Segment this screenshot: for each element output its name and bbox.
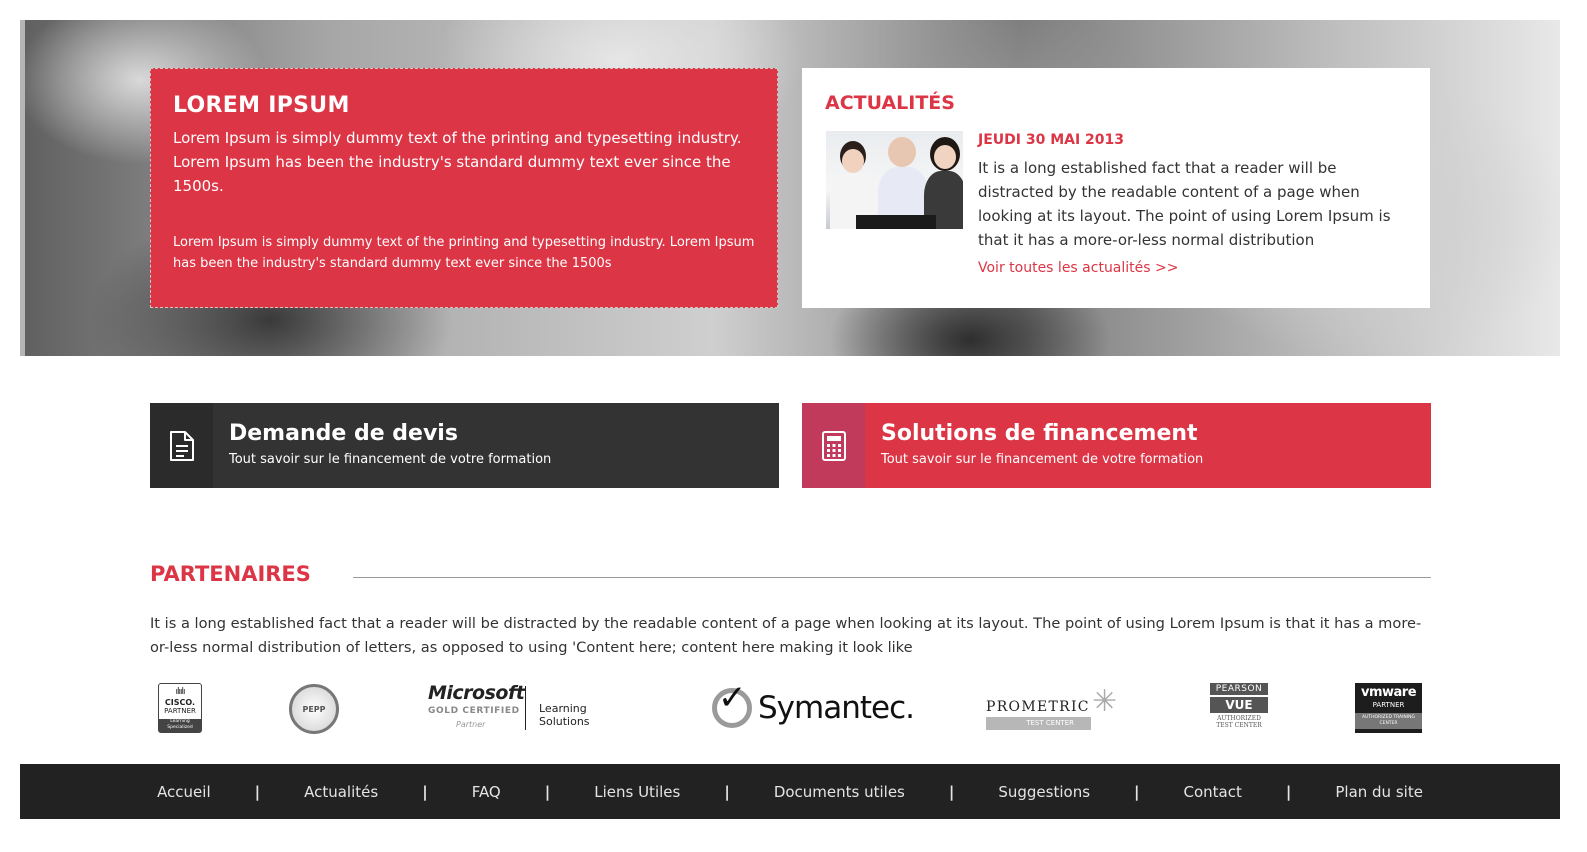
cisco-band: Learning Specialized — [159, 719, 201, 732]
financing-subtitle: Tout savoir sur le financement de votre … — [881, 452, 1204, 467]
quote-request-title: Demande de devis — [229, 421, 458, 446]
cisco-partner: PARTNER — [164, 707, 196, 715]
news-all-link[interactable]: Voir toutes les actualités >> — [978, 260, 1408, 276]
footer-link-plan-du-site[interactable]: Plan du site — [1335, 783, 1423, 801]
prometric-star-icon: ✳ — [1092, 684, 1118, 719]
cisco-name: CISCO. — [164, 698, 196, 707]
footer-separator: | — [254, 782, 261, 801]
footer-link-suggestions[interactable]: Suggestions — [998, 783, 1090, 801]
document-icon-box — [150, 403, 213, 488]
calculator-icon-box — [802, 403, 865, 488]
footer-link-liens-utiles[interactable]: Liens Utiles — [594, 783, 680, 801]
news-photo[interactable] — [826, 131, 963, 229]
news-text: It is a long established fact that a rea… — [978, 159, 1391, 249]
financing-banner[interactable]: Solutions de financement Tout savoir sur… — [802, 403, 1431, 488]
pepp-seal-logo[interactable]: PEPP — [289, 684, 339, 734]
hero-red-box: LOREM IPSUM Lorem Ipsum is simply dummy … — [150, 68, 778, 308]
news-date: JEUDI 30 MAI 2013 — [978, 132, 1125, 148]
partners-text: It is a long established fact that a rea… — [150, 615, 1422, 656]
photo-face-2 — [888, 137, 916, 167]
news-body: JEUDI 30 MAI 2013 It is a long establish… — [978, 132, 1408, 276]
prometric-band: TEST CENTER — [986, 717, 1091, 730]
microsoft-partner: Partner — [456, 720, 486, 729]
footer-separator: | — [422, 782, 428, 801]
footer-link-actualites[interactable]: Actualités — [304, 783, 378, 801]
footer-link-faq[interactable]: FAQ — [472, 783, 501, 801]
news-title: ACTUALITÉS — [825, 92, 955, 114]
hero-box-small: Lorem Ipsum is simply dummy text of the … — [173, 235, 755, 271]
photo-face-3 — [934, 145, 956, 169]
footer-link-contact[interactable]: Contact — [1184, 783, 1242, 801]
partners-title: PARTENAIRES — [150, 562, 311, 586]
footer-separator: | — [724, 782, 730, 801]
document-icon — [169, 430, 194, 461]
cisco-logo[interactable]: ılıılı CISCO. PARTNER Learning Specializ… — [158, 683, 202, 733]
microsoft-brand: Microsoft — [428, 682, 525, 704]
footer-nav: Accueil | Actualités | FAQ | Liens Utile… — [20, 764, 1560, 819]
partners-divider — [353, 577, 1431, 578]
microsoft-gold: GOLD CERTIFIED — [428, 706, 520, 716]
footer-separator: | — [1285, 782, 1292, 801]
microsoft-separator — [525, 686, 526, 730]
pearson-vue: VUE — [1210, 697, 1268, 713]
prometric-logo[interactable]: PROMETRIC TEST CENTER ✳ — [986, 684, 1126, 734]
cisco-bars-icon: ılıılı — [175, 687, 185, 697]
symantec-logo[interactable]: ✓ Symantec. — [712, 678, 915, 734]
news-panel: ACTUALITÉS JEUDI 30 MAI 2013 It is a lon… — [802, 68, 1430, 308]
microsoft-logo[interactable]: Microsoft GOLD CERTIFIED Partner Learnin… — [426, 682, 626, 732]
vmware-name: vmware — [1360, 685, 1417, 700]
pepp-text: PEPP — [302, 704, 326, 714]
calculator-icon — [821, 430, 846, 461]
symantec-check-icon: ✓ — [718, 678, 747, 718]
vmware-partner: PARTNER — [1372, 701, 1405, 709]
financing-title: Solutions de financement — [881, 421, 1198, 446]
vmware-logo[interactable]: vmware PARTNER AUTHORIZED TRAINING CENTE… — [1355, 683, 1422, 733]
footer-link-documents-utiles[interactable]: Documents utiles — [774, 783, 905, 801]
vmware-band: AUTHORIZED TRAINING CENTER — [1355, 713, 1422, 729]
symantec-name: Symantec. — [758, 690, 915, 726]
pearson-vue-logo[interactable]: PEARSON VUE AUTHORIZED TEST CENTER — [1210, 683, 1268, 735]
quote-request-subtitle: Tout savoir sur le financement de votre … — [229, 452, 552, 467]
prometric-name: PROMETRIC — [986, 699, 1090, 715]
photo-laptop — [856, 215, 936, 229]
footer-link-accueil[interactable]: Accueil — [157, 783, 211, 801]
footer-separator: | — [544, 782, 551, 801]
photo-face-1 — [842, 149, 864, 173]
hero-box-lead: Lorem Ipsum is simply dummy text of the … — [173, 129, 742, 195]
pearson-atc: AUTHORIZED TEST CENTER — [1216, 715, 1262, 729]
hero-edge — [20, 20, 25, 356]
quote-request-banner[interactable]: Demande de devis Tout savoir sur le fina… — [150, 403, 779, 488]
footer-separator: | — [1134, 782, 1140, 801]
microsoft-learning: Learning Solutions — [539, 702, 590, 728]
pearson-name: PEARSON — [1210, 683, 1268, 695]
hero-box-title: LOREM IPSUM — [173, 93, 350, 118]
footer-separator: | — [948, 782, 955, 801]
